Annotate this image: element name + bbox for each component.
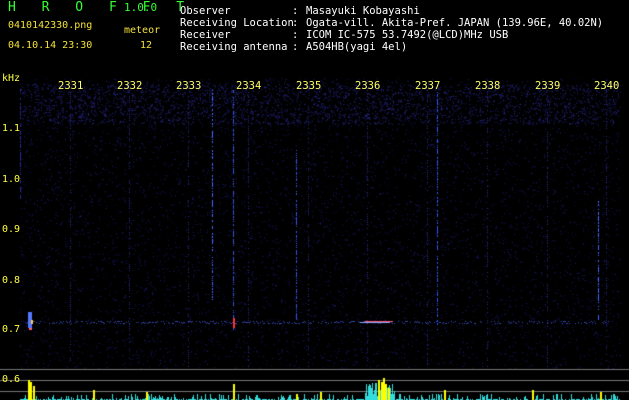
info-label-location: Receiving Location [180,17,294,29]
meteor-label: meteor [124,25,161,36]
meteor-count: 12 [140,40,153,51]
info-sep: : [292,29,299,41]
filename: 0410142330.png [8,20,93,31]
y-tick-label: 0.9 [2,224,21,235]
info-value-receiver: ICOM IC-575 53.7492(@LCD)MHz USB [306,29,509,41]
info-sep: : [292,41,299,53]
x-tick-label: 2336 [355,80,381,92]
y-tick-label: 0.6 [2,374,21,385]
x-tick-label: 2331 [58,80,84,92]
x-tick-label: 2337 [415,80,441,92]
x-tick-label: 2340 [594,80,620,92]
y-tick-label: 1.1 [2,123,21,134]
info-value-antenna: A504HB(yagi 4el) [306,41,408,53]
spectrogram [0,0,629,400]
x-tick-label: 2339 [535,80,561,92]
app-version: 1.0.0 [124,1,158,14]
y-tick-label: 0.8 [2,275,21,286]
y-axis-unit: kHz [2,73,21,84]
info-sep: : [292,5,299,17]
y-tick-label: 1.0 [2,174,21,185]
x-tick-label: 2334 [236,80,262,92]
info-label-antenna: Receiving antenna [180,41,288,53]
x-tick-label: 2338 [475,80,501,92]
info-value-observer: Masayuki Kobayashi [306,5,420,17]
info-value-location: Ogata-vill. Akita-Pref. JAPAN (139.96E, … [306,17,604,29]
info-sep: : [292,17,299,29]
x-tick-label: 2332 [117,80,143,92]
app-title: H R O F F T [8,0,194,15]
datetime: 04.10.14 23:30 [8,40,93,51]
info-label-receiver: Receiver [180,29,231,41]
info-label-observer: Observer [180,5,231,17]
x-tick-label: 2335 [296,80,322,92]
y-tick-label: 0.7 [2,324,21,335]
x-tick-label: 2333 [176,80,202,92]
